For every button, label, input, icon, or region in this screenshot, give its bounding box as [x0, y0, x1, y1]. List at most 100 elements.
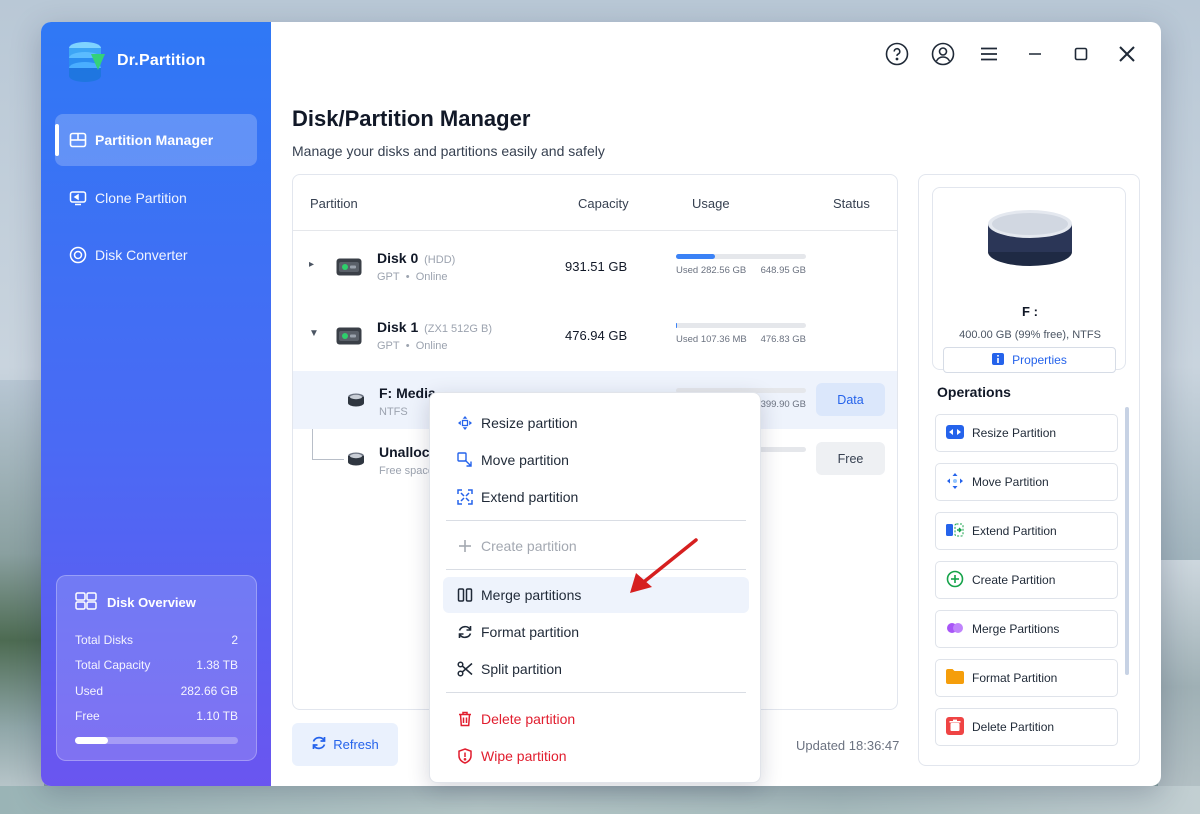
extend-icon: [457, 489, 473, 505]
plus-icon: [457, 538, 473, 554]
extend-partition-button[interactable]: Extend Partition: [935, 512, 1118, 550]
table-row[interactable]: ▸ Disk 0 (HDD) GPT • Online 931.51 GB Us…: [293, 232, 897, 302]
menu-item-format-partition[interactable]: Format partition: [443, 614, 749, 650]
collapse-caret-icon[interactable]: ▼: [309, 328, 319, 339]
sidebar-item-partition-manager[interactable]: Partition Manager: [55, 114, 257, 166]
format-partition-button[interactable]: Format Partition: [935, 659, 1118, 697]
disk-overview-card: Disk Overview Total Disks 2 Total Capacit…: [56, 575, 257, 761]
column-header-usage: Usage: [692, 196, 730, 211]
sidebar: Dr.Partition Partition Manager Clone Par…: [41, 22, 271, 786]
usage-bar: [676, 254, 806, 259]
move-icon: [946, 472, 964, 493]
page-title: Disk/Partition Manager: [292, 106, 531, 131]
sidebar-item-label: Partition Manager: [95, 132, 214, 148]
resize-icon: [946, 424, 964, 442]
disk-name: Disk 1: [377, 319, 419, 335]
disk-capacity: 931.51 GB: [565, 259, 628, 274]
shield-icon: [457, 748, 473, 764]
disk-type: (ZX1 512G B): [424, 323, 492, 335]
resize-icon: [457, 415, 473, 431]
partition-disk-icon: [347, 392, 365, 413]
menu-item-extend-partition[interactable]: Extend partition: [443, 479, 749, 515]
disk-info: Disk 0 (HDD) GPT • Online: [377, 250, 456, 283]
menu-item-merge-partitions[interactable]: Merge partitions: [443, 577, 749, 613]
merge-icon: [457, 587, 473, 603]
disk-usage: Used 282.56 GB 648.95 GB: [676, 254, 806, 276]
menu-item-delete-partition[interactable]: Delete partition: [443, 701, 749, 737]
minimize-icon[interactable]: [1023, 40, 1047, 68]
partition-manager-icon: [69, 131, 87, 149]
partition-disk-icon: [347, 451, 365, 472]
volume-card: F : 400.00 GB (99% free), NTFS Propertie…: [932, 187, 1126, 373]
volume-info: 400.00 GB (99% free), NTFS: [959, 329, 1101, 341]
disk-capacity: 476.94 GB: [565, 328, 628, 343]
page-subtitle: Manage your disks and partitions easily …: [292, 143, 605, 159]
create-partition-button[interactable]: Create Partition: [935, 561, 1118, 599]
clone-icon: [69, 189, 87, 207]
folder-icon: [946, 669, 964, 687]
title-bar-controls: [885, 40, 1139, 68]
menu-item-split-partition[interactable]: Split partition: [443, 651, 749, 687]
partition-name: F: Media: [379, 385, 436, 401]
partition-fs: NTFS: [379, 406, 408, 418]
operations-title: Operations: [937, 384, 1011, 400]
merge-icon: [946, 622, 964, 637]
extend-icon: [946, 522, 964, 541]
disk-usage: Used 107.36 MB 476.83 GB: [676, 323, 806, 345]
column-header-status: Status: [833, 196, 870, 211]
menu-item-resize-partition[interactable]: Resize partition: [443, 405, 749, 441]
column-header-capacity: Capacity: [578, 196, 629, 211]
annotation-arrow-icon: [630, 538, 698, 593]
overview-row-total-disks: Total Disks 2: [75, 632, 238, 647]
menu-item-create-partition[interactable]: Create partition: [443, 528, 749, 564]
desktop-background-left: [0, 380, 44, 814]
menu-icon[interactable]: [977, 40, 1001, 68]
usage-bar-fill: [676, 254, 715, 259]
brand: Dr.Partition: [67, 40, 206, 82]
overview-row-free: Free 1.10 TB: [75, 709, 238, 724]
account-icon[interactable]: [931, 40, 955, 68]
overview-usage-bar: [75, 737, 238, 744]
info-icon: [992, 352, 1005, 368]
disk-type: (HDD): [424, 254, 456, 266]
move-icon: [457, 452, 473, 468]
disk-overview-title: Disk Overview: [75, 592, 238, 613]
disk-overview-icon: [75, 592, 97, 613]
hdd-icon: [336, 258, 362, 276]
delete-partition-button[interactable]: Delete Partition: [935, 708, 1118, 746]
move-partition-button[interactable]: Move Partition: [935, 463, 1118, 501]
usage-bar-fill: [676, 323, 678, 328]
refresh-icon: [457, 624, 473, 640]
sidebar-item-clone-partition[interactable]: Clone Partition: [55, 172, 257, 224]
overview-row-used: Used 282.66 GB: [75, 683, 238, 698]
merge-partitions-button[interactable]: Merge Partitions: [935, 610, 1118, 648]
context-menu: Resize partition Move partition Extend p…: [429, 392, 761, 783]
operations-scrollbar[interactable]: [1125, 407, 1129, 675]
column-header-partition: Partition: [310, 196, 358, 211]
refresh-icon: [311, 735, 327, 754]
table-row[interactable]: ▼ Disk 1 (ZX1 512G B) GPT • Online 476.9…: [293, 301, 897, 371]
properties-button[interactable]: Properties: [943, 347, 1116, 373]
sidebar-item-disk-converter[interactable]: Disk Converter: [55, 229, 257, 281]
menu-separator: [446, 692, 746, 693]
expand-caret-icon[interactable]: ▸: [309, 259, 314, 270]
app-name: Dr.Partition: [117, 52, 206, 69]
close-icon[interactable]: [1115, 40, 1139, 68]
scissors-icon: [457, 661, 473, 677]
overview-usage-bar-fill: [75, 737, 108, 744]
usage-bar: [676, 323, 806, 328]
help-icon[interactable]: [885, 40, 909, 68]
menu-item-move-partition[interactable]: Move partition: [443, 442, 749, 478]
table-header: Partition Capacity Usage Status: [293, 175, 897, 231]
sidebar-item-label: Disk Converter: [95, 247, 188, 263]
ssd-icon: [336, 327, 362, 345]
maximize-icon[interactable]: [1069, 40, 1093, 68]
refresh-button[interactable]: Refresh: [292, 723, 398, 766]
resize-partition-button[interactable]: Resize Partition: [935, 414, 1118, 452]
details-panel: F : 400.00 GB (99% free), NTFS Propertie…: [918, 174, 1140, 766]
menu-item-wipe-partition[interactable]: Wipe partition: [443, 738, 749, 774]
menu-separator: [446, 520, 746, 521]
plus-circle-icon: [946, 570, 964, 591]
disk-name: Disk 0: [377, 250, 419, 266]
volume-name: F :: [1022, 304, 1038, 319]
